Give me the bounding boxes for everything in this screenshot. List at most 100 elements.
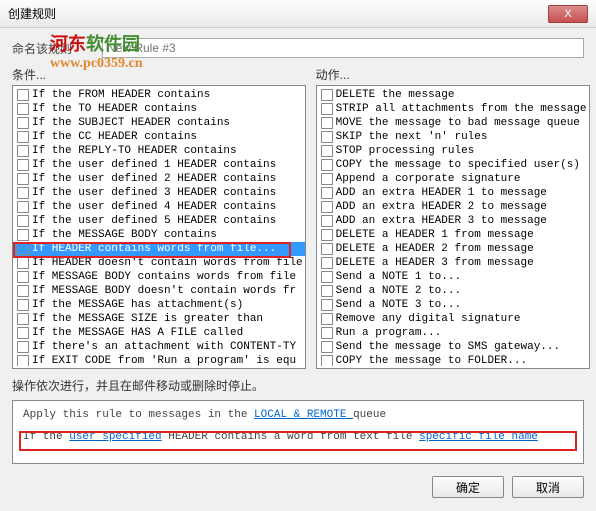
checkbox-icon[interactable] xyxy=(17,187,29,199)
action-text: ADD an extra HEADER 2 to message xyxy=(336,201,547,213)
rule-preview-line2: If the user specified HEADER contains a … xyxy=(23,431,573,443)
condition-text: If the MESSAGE HAS A FILE called xyxy=(32,327,243,339)
condition-item[interactable]: If the user defined 2 HEADER contains xyxy=(15,172,305,186)
checkbox-icon[interactable] xyxy=(17,173,29,185)
action-item[interactable]: Append a corporate signature xyxy=(319,172,589,186)
condition-item[interactable]: If the MESSAGE has attachment(s) xyxy=(15,298,305,312)
checkbox-icon[interactable] xyxy=(17,89,29,101)
action-item[interactable]: DELETE a HEADER 3 from message xyxy=(319,256,589,270)
rule-preview-box: Apply this rule to messages in the LOCAL… xyxy=(12,400,584,464)
action-item[interactable]: STRIP all attachments from the message xyxy=(319,102,589,116)
checkbox-icon[interactable] xyxy=(17,103,29,115)
action-item[interactable]: Send the message to SMS gateway... xyxy=(319,340,589,354)
condition-item[interactable]: If the CC HEADER contains xyxy=(15,130,305,144)
condition-text: If the user defined 5 HEADER contains xyxy=(32,215,276,227)
checkbox-icon[interactable] xyxy=(17,131,29,143)
action-item[interactable]: MOVE the message to bad message queue xyxy=(319,116,589,130)
action-item[interactable]: Send a NOTE 1 to... xyxy=(319,270,589,284)
checkbox-icon[interactable] xyxy=(17,313,29,325)
action-item[interactable]: STOP processing rules xyxy=(319,144,589,158)
checkbox-icon[interactable] xyxy=(321,257,333,269)
action-item[interactable]: ADD an extra HEADER 1 to message xyxy=(319,186,589,200)
condition-item[interactable]: If the MESSAGE HAS A FILE called xyxy=(15,326,305,340)
checkbox-icon[interactable] xyxy=(17,215,29,227)
checkbox-icon[interactable] xyxy=(321,89,333,101)
close-button[interactable]: X xyxy=(548,5,588,23)
checkbox-icon[interactable] xyxy=(321,355,333,366)
condition-item[interactable]: If the user defined 5 HEADER contains xyxy=(15,214,305,228)
checkbox-icon[interactable] xyxy=(321,299,333,311)
condition-item[interactable]: If the user defined 1 HEADER contains xyxy=(15,158,305,172)
action-text: DELETE a HEADER 3 from message xyxy=(336,257,534,269)
checkbox-icon[interactable] xyxy=(321,243,333,255)
condition-item[interactable]: If there's an attachment with CONTENT-TY xyxy=(15,340,305,354)
conditions-listbox[interactable]: If the FROM HEADER containsIf the TO HEA… xyxy=(12,85,306,369)
checkbox-icon[interactable] xyxy=(321,159,333,171)
condition-item[interactable]: If MESSAGE BODY doesn't contain words fr xyxy=(15,284,305,298)
condition-item[interactable]: If the MESSAGE BODY contains xyxy=(15,228,305,242)
condition-text: If HEADER doesn't contain words from fil… xyxy=(32,257,303,269)
action-item[interactable]: DELETE a HEADER 2 from message xyxy=(319,242,589,256)
condition-item[interactable]: If the TO HEADER contains xyxy=(15,102,305,116)
condition-item[interactable]: If the user defined 4 HEADER contains xyxy=(15,200,305,214)
condition-item[interactable]: If EXIT CODE from 'Run a program' is equ xyxy=(15,354,305,366)
condition-item[interactable]: If MESSAGE BODY contains words from file xyxy=(15,270,305,284)
checkbox-icon[interactable]: ✓ xyxy=(17,243,29,255)
window-title: 创建规则 xyxy=(8,5,56,22)
checkbox-icon[interactable] xyxy=(321,103,333,115)
checkbox-icon[interactable] xyxy=(17,117,29,129)
checkbox-icon[interactable] xyxy=(17,201,29,213)
checkbox-icon[interactable] xyxy=(17,257,29,269)
action-item[interactable]: COPY the message to FOLDER... xyxy=(319,354,589,366)
condition-item[interactable]: If the FROM HEADER contains xyxy=(15,88,305,102)
user-specified-link[interactable]: user specified xyxy=(69,431,161,443)
file-name-link[interactable]: specific file name xyxy=(419,431,538,443)
checkbox-icon[interactable] xyxy=(17,229,29,241)
cancel-button[interactable]: 取消 xyxy=(512,476,584,498)
ok-button[interactable]: 确定 xyxy=(432,476,504,498)
queue-link[interactable]: LOCAL & REMOTE xyxy=(254,409,353,421)
checkbox-icon[interactable] xyxy=(17,159,29,171)
rule-name-input[interactable] xyxy=(102,38,584,58)
checkbox-icon[interactable] xyxy=(321,285,333,297)
checkbox-icon[interactable] xyxy=(17,327,29,339)
action-item[interactable]: ADD an extra HEADER 3 to message xyxy=(319,214,589,228)
checkbox-icon[interactable] xyxy=(321,131,333,143)
condition-item[interactable]: If the MESSAGE SIZE is greater than xyxy=(15,312,305,326)
checkbox-icon[interactable] xyxy=(321,229,333,241)
action-item[interactable]: Send a NOTE 2 to... xyxy=(319,284,589,298)
action-item[interactable]: COPY the message to specified user(s) xyxy=(319,158,589,172)
condition-item[interactable]: If the SUBJECT HEADER contains xyxy=(15,116,305,130)
checkbox-icon[interactable] xyxy=(321,187,333,199)
action-item[interactable]: ADD an extra HEADER 2 to message xyxy=(319,200,589,214)
condition-text: If the user defined 3 HEADER contains xyxy=(32,187,276,199)
condition-item[interactable]: If HEADER doesn't contain words from fil… xyxy=(15,256,305,270)
checkbox-icon[interactable] xyxy=(17,355,29,366)
checkbox-icon[interactable] xyxy=(17,271,29,283)
condition-text: If the MESSAGE has attachment(s) xyxy=(32,299,243,311)
condition-item[interactable]: ✓If HEADER contains words from file... xyxy=(15,242,305,256)
checkbox-icon[interactable] xyxy=(321,313,333,325)
action-item[interactable]: DELETE the message xyxy=(319,88,589,102)
condition-item[interactable]: If the REPLY-TO HEADER contains xyxy=(15,144,305,158)
actions-listbox[interactable]: DELETE the messageSTRIP all attachments … xyxy=(316,85,590,369)
checkbox-icon[interactable] xyxy=(17,145,29,157)
checkbox-icon[interactable] xyxy=(17,299,29,311)
checkbox-icon[interactable] xyxy=(321,327,333,339)
action-item[interactable]: Send a NOTE 3 to... xyxy=(319,298,589,312)
checkbox-icon[interactable] xyxy=(321,201,333,213)
checkbox-icon[interactable] xyxy=(17,341,29,353)
action-text: COPY the message to specified user(s) xyxy=(336,159,580,171)
checkbox-icon[interactable] xyxy=(321,341,333,353)
action-item[interactable]: SKIP the next 'n' rules xyxy=(319,130,589,144)
checkbox-icon[interactable] xyxy=(321,271,333,283)
condition-item[interactable]: If the user defined 3 HEADER contains xyxy=(15,186,305,200)
action-item[interactable]: Run a program... xyxy=(319,326,589,340)
checkbox-icon[interactable] xyxy=(17,285,29,297)
checkbox-icon[interactable] xyxy=(321,215,333,227)
action-item[interactable]: Remove any digital signature xyxy=(319,312,589,326)
action-item[interactable]: DELETE a HEADER 1 from message xyxy=(319,228,589,242)
checkbox-icon[interactable] xyxy=(321,173,333,185)
checkbox-icon[interactable] xyxy=(321,117,333,129)
checkbox-icon[interactable] xyxy=(321,145,333,157)
